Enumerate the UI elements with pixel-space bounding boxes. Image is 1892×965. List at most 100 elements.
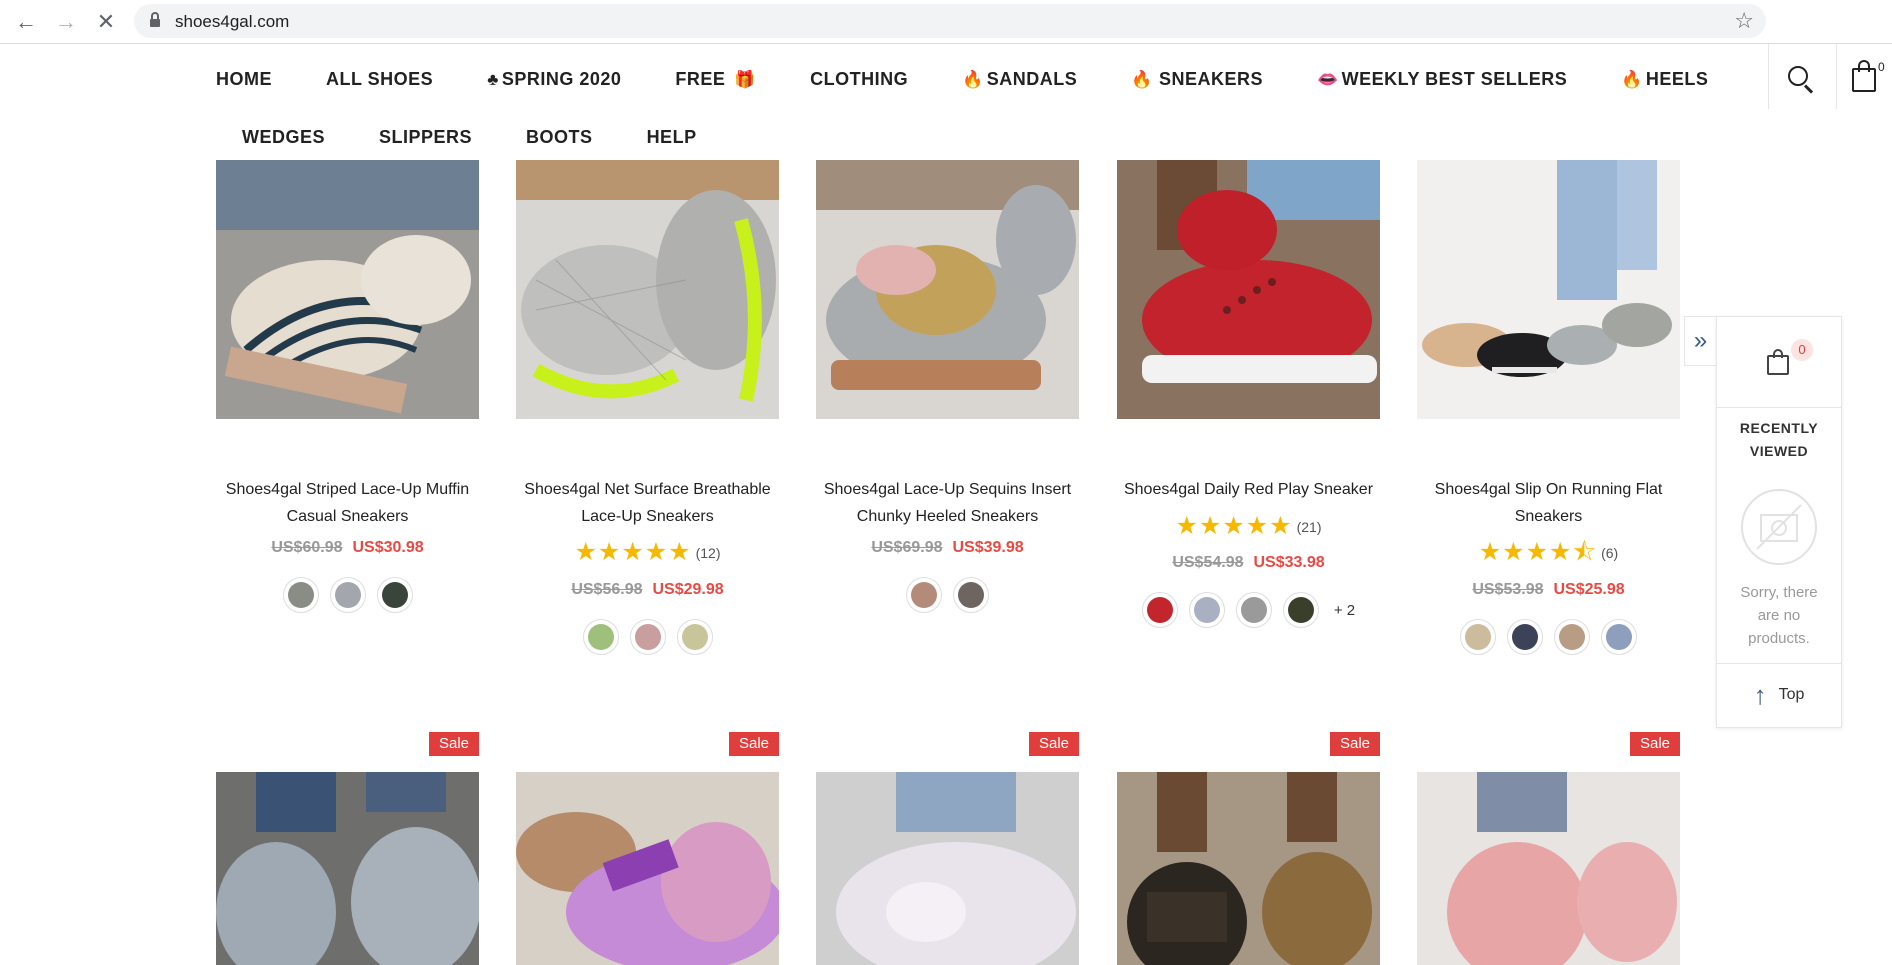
product-image[interactable] [216,772,479,965]
color-swatches [516,619,779,655]
url-text[interactable]: shoes4gal.com [175,12,289,32]
menu-item-free[interactable]: FREE 🎁 [675,69,756,90]
color-swatches [216,577,479,613]
review-count[interactable]: (6) [1601,545,1618,561]
color-swatch[interactable] [1601,619,1637,655]
old-price: US$56.98 [571,581,643,598]
back-to-top-button[interactable]: ↑ Top [1717,663,1841,727]
color-swatch[interactable] [1282,592,1319,628]
product-name[interactable]: Shoes4gal Daily Red Play Sneaker [1117,476,1380,503]
product-image[interactable] [216,160,479,419]
color-swatch[interactable] [329,577,366,613]
browser-toolbar: ← → ✕ shoes4gal.com ☆ [0,0,1892,44]
product-name[interactable]: Shoes4gal Slip On Running Flat [1417,476,1680,503]
back-arrow-icon[interactable]: ← [12,8,40,36]
menu-item-all-shoes[interactable]: ALL SHOES [326,69,433,90]
color-swatch[interactable] [1188,592,1225,628]
search-icon[interactable] [1786,64,1816,94]
sale-price: US$30.98 [352,539,424,556]
menu-item-heels[interactable]: 🔥 HEELS [1621,69,1708,90]
color-swatch[interactable] [906,577,942,613]
sale-badge: Sale [1330,732,1380,756]
old-price: US$60.98 [271,539,343,556]
rating: ★★★★⯪ (6) [1417,540,1680,565]
menu-item-clothing[interactable]: CLOTHING [810,69,908,90]
product-card[interactable]: Shoes4gal Slip On Running Flat Sneakers … [1417,160,1680,660]
product-name[interactable]: Casual Sneakers [216,503,479,530]
product-name[interactable]: Sneakers [1417,503,1680,530]
product-card[interactable]: Sale [816,732,1079,965]
color-swatches: + 2 [1117,592,1380,628]
product-image[interactable] [516,772,779,965]
sale-badge: Sale [729,732,779,756]
product-image[interactable] [1117,160,1380,419]
more-colors-link[interactable]: + 2 [1334,602,1355,619]
menu-item-home[interactable]: HOME [216,69,272,90]
product-prices: US$69.98 US$39.98 [816,539,1079,557]
color-swatch[interactable] [1554,619,1590,655]
product-name[interactable]: Lace-Up Sneakers [516,503,779,530]
star-rating-icon: ★★★★★ [1175,512,1293,540]
product-name[interactable]: Shoes4gal Net Surface Breathable [516,476,779,503]
forward-arrow-icon[interactable]: → [52,8,80,36]
collapse-panel-icon[interactable]: » [1684,316,1716,366]
product-grid: Shoes4gal Striped Lace-Up Muffin Casual … [216,160,1680,965]
rating: ★★★★★ (21) [1117,514,1380,539]
menu-item-sandals[interactable]: 🔥 SANDALS [962,69,1077,90]
product-image[interactable] [516,160,779,419]
product-card[interactable]: Sale [516,732,779,965]
product-card[interactable]: Sale [1417,732,1680,965]
product-image[interactable] [816,772,1079,965]
menu-item-slippers[interactable]: SLIPPERS [379,127,472,148]
recently-viewed-count: 0 [1791,339,1813,361]
menu-item-weekly-best-sellers[interactable]: 👄 WEEKLY BEST SELLERS [1317,69,1567,90]
main-menu-row1: HOME ALL SHOES ♣ SPRING 2020 FREE 🎁 CLOTHI… [216,64,1708,94]
menu-item-spring-2020[interactable]: ♣ SPRING 2020 [487,69,621,90]
product-name[interactable]: Chunky Heeled Sneakers [816,503,1079,530]
empty-message: Sorry, there are no products. [1740,584,1818,647]
menu-item-boots[interactable]: BOOTS [526,127,593,148]
color-swatch[interactable] [1460,619,1496,655]
cart-icon[interactable]: 0 [1848,60,1885,94]
product-image[interactable] [816,160,1079,419]
color-swatch[interactable] [582,619,619,655]
product-card[interactable]: Shoes4gal Daily Red Play Sneaker ★★★★★ (… [1117,160,1380,660]
review-count[interactable]: (12) [696,545,721,561]
product-name[interactable]: Shoes4gal Lace-Up Sequins Insert [816,476,1079,503]
arrow-up-icon: ↑ [1753,680,1767,710]
color-swatch[interactable] [376,577,413,613]
lips-icon: 👄 [1316,69,1339,89]
product-card[interactable]: Shoes4gal Lace-Up Sequins Insert Chunky … [816,160,1079,660]
recently-viewed-panel: 0 RECENTLY VIEWED Sorry, there are no pr… [1716,316,1842,728]
menu-item-sneakers[interactable]: 🔥 SNEAKERS [1131,69,1263,90]
stop-loading-icon[interactable]: ✕ [92,8,120,36]
old-price: US$69.98 [871,539,943,556]
product-card[interactable]: Shoes4gal Striped Lace-Up Muffin Casual … [216,160,479,660]
product-name[interactable]: Shoes4gal Striped Lace-Up Muffin [216,476,479,503]
menu-item-wedges[interactable]: WEDGES [242,127,325,148]
sale-price: US$29.98 [652,581,724,598]
sale-badge: Sale [1630,732,1680,756]
product-card[interactable]: Sale [216,732,479,965]
shamrock-icon: ♣ [487,69,499,89]
product-card[interactable]: Shoes4gal Net Surface Breathable Lace-Up… [516,160,779,660]
review-count[interactable]: (21) [1297,519,1322,535]
product-image[interactable] [1117,772,1380,965]
color-swatch[interactable] [282,577,319,613]
shopping-bag-icon[interactable] [1767,349,1791,375]
gift-icon: 🎁 [734,69,757,89]
color-swatch[interactable] [1507,619,1543,655]
main-menu-row2: WEDGES SLIPPERS BOOTS HELP [242,122,751,152]
product-image[interactable] [1417,160,1680,419]
product-image[interactable] [1417,772,1680,965]
color-swatch[interactable] [629,619,666,655]
color-swatch[interactable] [676,619,713,655]
color-swatch[interactable] [953,577,989,613]
bookmark-star-icon[interactable]: ☆ [1734,8,1754,34]
cart-count-badge: 0 [1878,60,1885,74]
color-swatch[interactable] [1141,592,1178,628]
menu-item-help[interactable]: HELP [647,127,697,148]
color-swatch[interactable] [1235,592,1272,628]
product-card[interactable]: Sale [1117,732,1380,965]
address-bar[interactable]: shoes4gal.com ☆ [134,4,1766,38]
